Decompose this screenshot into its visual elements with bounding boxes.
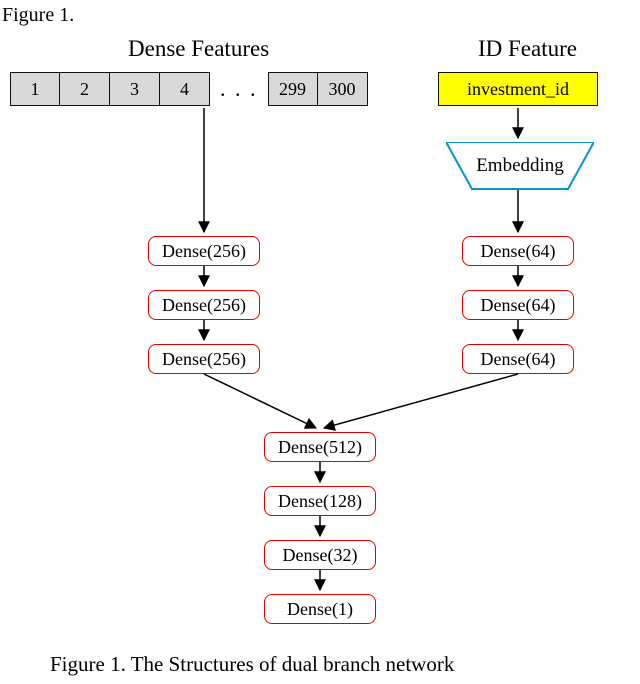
arrows-layer (0, 0, 640, 684)
figure-caption: Figure 1. The Structures of dual branch … (50, 652, 454, 677)
